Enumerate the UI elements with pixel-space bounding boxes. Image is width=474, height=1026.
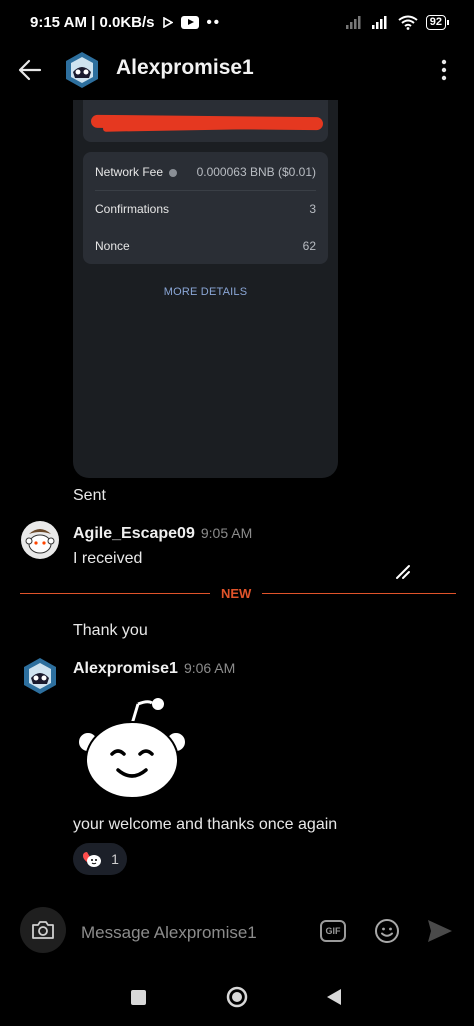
redacted-address-row: [83, 100, 328, 142]
message-text: I received: [73, 550, 143, 567]
alex-avatar-icon[interactable]: [20, 656, 60, 696]
reaction-chip[interactable]: 1: [73, 843, 127, 875]
new-divider-line-left: [20, 593, 210, 594]
wifi-icon: [398, 15, 418, 30]
gif-button[interactable]: GIF: [320, 920, 346, 942]
info-value: 3: [309, 202, 316, 216]
chat-header: Alexpromise1: [0, 44, 474, 96]
message-text: Thank you: [73, 622, 148, 639]
new-messages-label: NEW: [221, 586, 252, 601]
overflow-menu-icon[interactable]: [434, 56, 454, 84]
alex-message-header: Alexpromise1 9:06 AM: [73, 660, 235, 678]
reaction-count: 1: [111, 851, 119, 867]
snoo-smile-sticker-icon[interactable]: [76, 694, 188, 800]
back-arrow-icon[interactable]: [16, 56, 44, 84]
info-row-confirmations: Confirmations 3: [95, 191, 316, 227]
heart-snoo-reaction-icon: [83, 852, 102, 867]
info-value: 0.000063 BNB ($0.01): [196, 165, 316, 179]
info-value: 62: [302, 239, 316, 253]
message-text: your welcome and thanks once again: [73, 816, 338, 833]
system-nav-bar: [0, 968, 474, 1026]
more-dots-icon: ••: [206, 13, 222, 31]
info-row-nonce: Nonce 62: [95, 228, 316, 264]
signal-icon: [345, 16, 361, 29]
new-divider-line-right: [262, 593, 456, 594]
message-input[interactable]: [79, 920, 303, 946]
expand-corner-icon: [396, 565, 410, 579]
camera-icon: [32, 921, 54, 939]
youtube-icon: [180, 15, 199, 29]
transaction-image[interactable]: Network Fee 0.000063 BNB ($0.01) Confirm…: [73, 100, 410, 579]
more-details-link: MORE DETAILS: [163, 286, 248, 298]
user-avatar-icon[interactable]: [62, 50, 102, 90]
timestamp: 9:05 AM: [200, 525, 253, 541]
status-bar: 9:15 AM | 0.0KB/s •• 92: [0, 0, 474, 44]
battery-indicator: 92: [425, 14, 450, 30]
sent-status: Sent: [73, 487, 106, 504]
agile-message-header: Agile_Escape09 9:05 AM: [73, 525, 252, 543]
status-left: 9:15 AM | 0.0KB/s ••: [30, 14, 221, 31]
timestamp: 9:06 AM: [183, 660, 236, 676]
send-icon[interactable]: [426, 918, 454, 944]
message-composer: GIF: [0, 900, 474, 966]
info-label: Nonce: [95, 239, 130, 253]
username[interactable]: Alexpromise1: [73, 660, 178, 678]
info-circle-icon: [169, 168, 178, 177]
agile-avatar-icon[interactable]: [20, 520, 60, 560]
home-circle-icon[interactable]: [226, 986, 248, 1008]
chat-title: Alexpromise1: [116, 56, 254, 79]
back-triangle-icon[interactable]: [326, 988, 342, 1006]
emoji-icon[interactable]: [374, 918, 400, 944]
transaction-details: Network Fee 0.000063 BNB ($0.01) Confirm…: [83, 152, 328, 264]
info-label: Network Fee: [95, 165, 164, 179]
info-row-network-fee: Network Fee 0.000063 BNB ($0.01): [95, 154, 316, 190]
status-time: 9:15 AM | 0.0KB/s: [30, 13, 155, 31]
username[interactable]: Agile_Escape09: [73, 525, 195, 543]
info-label: Confirmations: [95, 202, 170, 216]
recents-square-icon[interactable]: [131, 990, 146, 1005]
camera-button[interactable]: [20, 907, 66, 953]
signal-icon-2: [371, 16, 387, 29]
play-triangle-icon: [162, 16, 173, 28]
status-right: 92: [345, 14, 450, 30]
